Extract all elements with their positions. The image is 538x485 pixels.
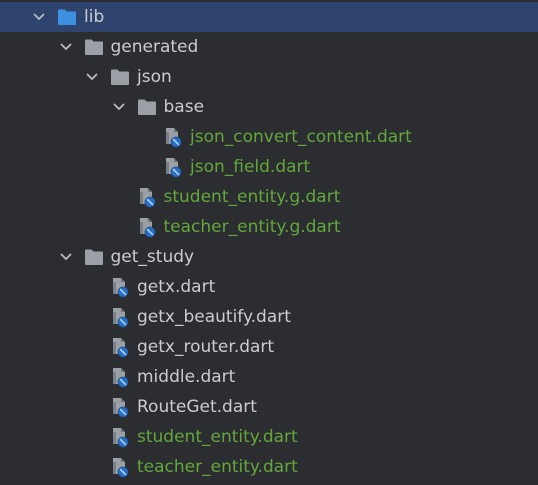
tree-file-json-field-dart[interactable]: json_field.dart [0, 152, 538, 182]
tree-item-label: getx_router.dart [137, 337, 275, 357]
dart-file-icon [109, 362, 131, 392]
dart-file-icon [109, 302, 131, 332]
tree-item-label: generated [110, 37, 199, 57]
tree-item-label: base [163, 97, 205, 117]
folder-icon [56, 2, 78, 32]
tree-item-label: student_entity.g.dart [163, 187, 341, 207]
chevron-down-icon[interactable] [56, 242, 76, 272]
tree-file-getx-router-dart[interactable]: getx_router.dart [0, 332, 538, 362]
chevron-down-icon[interactable] [82, 62, 102, 92]
folder-icon [83, 242, 105, 272]
tree-file-routeget-dart[interactable]: RouteGet.dart [0, 392, 538, 422]
dart-file-icon [162, 122, 184, 152]
dart-file-icon [136, 212, 158, 242]
tree-file-teacher-entity-g-dart[interactable]: teacher_entity.g.dart [0, 212, 538, 242]
dart-file-icon [109, 332, 131, 362]
tree-item-label: json [137, 67, 172, 87]
folder-icon [136, 92, 158, 122]
folder-icon [109, 62, 131, 92]
tree-item-label: lib [84, 7, 105, 27]
tree-folder-get-study[interactable]: get_study [0, 242, 538, 272]
tree-item-label: student_entity.dart [137, 427, 298, 447]
chevron-down-icon[interactable] [109, 92, 129, 122]
dart-file-icon [109, 422, 131, 452]
tree-folder-json[interactable]: json [0, 62, 538, 92]
dart-file-icon [109, 272, 131, 302]
dart-file-icon [162, 152, 184, 182]
tree-file-middle-dart[interactable]: middle.dart [0, 362, 538, 392]
folder-icon [83, 32, 105, 62]
tree-file-getx-dart[interactable]: getx.dart [0, 272, 538, 302]
tree-item-label: getx.dart [137, 277, 216, 297]
tree-file-student-entity-g-dart[interactable]: student_entity.g.dart [0, 182, 538, 212]
tree-item-label: json_field.dart [190, 157, 311, 177]
tree-item-label: teacher_entity.g.dart [163, 217, 341, 237]
tree-item-label: teacher_entity.dart [137, 457, 298, 477]
tree-file-json-convert-content-dart[interactable]: json_convert_content.dart [0, 122, 538, 152]
tree-item-label: get_study [110, 247, 195, 267]
tree-file-student-entity-dart[interactable]: student_entity.dart [0, 422, 538, 452]
tree-file-getx-beautify-dart[interactable]: getx_beautify.dart [0, 302, 538, 332]
chevron-down-icon[interactable] [56, 32, 76, 62]
dart-file-icon [109, 392, 131, 422]
tree-folder-generated[interactable]: generated [0, 32, 538, 62]
chevron-down-icon[interactable] [29, 2, 49, 32]
tree-folder-base[interactable]: base [0, 92, 538, 122]
tree-item-label: getx_beautify.dart [137, 307, 291, 327]
tree-file-teacher-entity-dart[interactable]: teacher_entity.dart [0, 452, 538, 482]
project-tree: lib generated json base json_convert_content… [0, 0, 538, 485]
tree-item-label: RouteGet.dart [137, 397, 257, 417]
tree-item-label: json_convert_content.dart [190, 127, 412, 147]
dart-file-icon [109, 452, 131, 482]
tree-folder-lib[interactable]: lib [0, 2, 538, 32]
tree-item-label: middle.dart [137, 367, 236, 387]
dart-file-icon [136, 182, 158, 212]
